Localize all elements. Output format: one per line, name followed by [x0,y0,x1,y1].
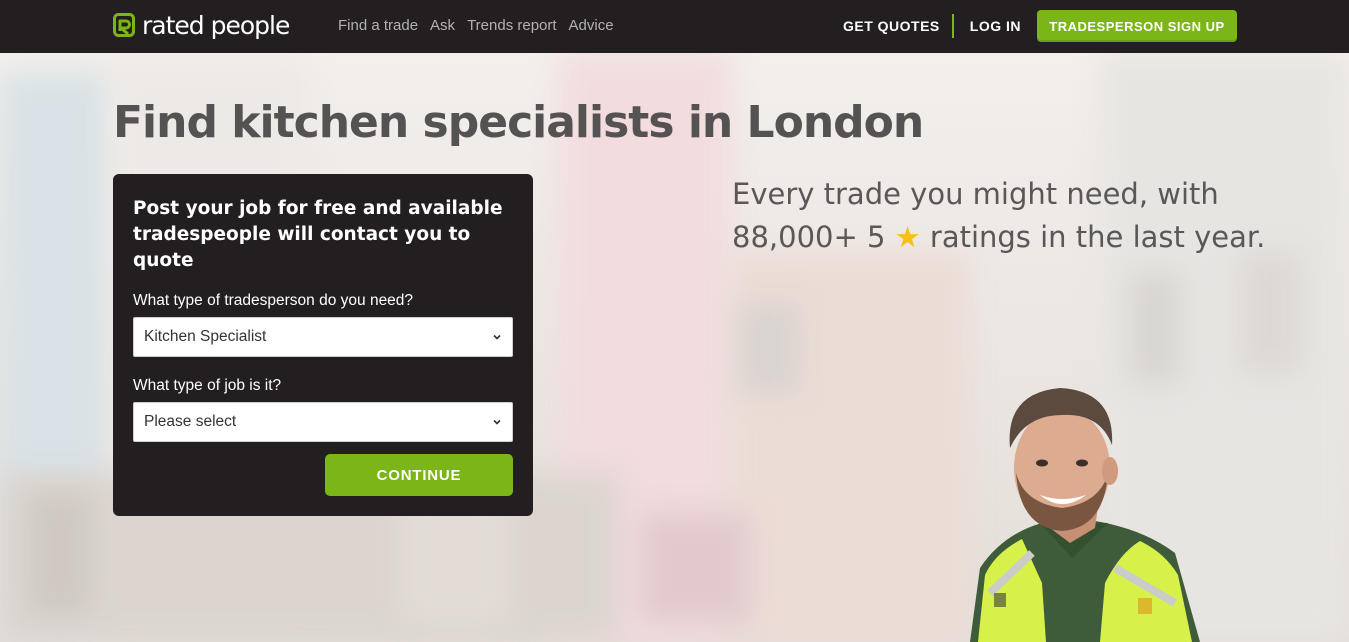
nav-find-a-trade[interactable]: Find a trade [338,17,418,35]
tagline-text-end: ratings in the last year. [929,220,1266,254]
page-title: Find kitchen specialists in London [113,97,924,148]
tradesperson-photo [970,388,1200,642]
continue-button[interactable]: CONTINUE [325,454,513,496]
background-window [30,493,90,613]
log-in-link[interactable]: LOG IN [970,18,1021,34]
form-title: Post your job for free and available tra… [133,198,503,271]
brand-logo[interactable]: rated people [113,11,290,41]
trade-type-value: Kitchen Specialist [144,328,267,345]
hero-tagline: Every trade you might need, with 88,000+… [732,173,1272,259]
chevron-down-icon [493,334,501,340]
brand-name: rated people [142,11,290,40]
chevron-down-icon [493,419,501,425]
nav-trends-report[interactable]: Trends report [467,17,556,35]
background-window [640,513,750,623]
rated-people-logo-icon [113,13,135,37]
top-navigation-bar: rated people Find a trade Ask Trends rep… [0,0,1349,53]
hero-section: Find kitchen specialists in London Every… [0,53,1349,642]
background-window [1240,253,1300,373]
trade-type-select[interactable]: Kitchen Specialist [133,317,513,357]
primary-nav: Find a trade Ask Trends report Advice [338,17,614,35]
background-window [740,303,800,393]
get-quotes-link[interactable]: GET QUOTES [843,18,940,34]
job-type-select[interactable]: Please select [133,402,513,442]
nav-advice[interactable]: Advice [569,17,614,35]
star-icon: ★ [894,220,921,254]
job-type-label: What type of job is it? [133,377,282,394]
account-nav: GET QUOTES LOG IN TRADESPERSON SIGN UP [843,10,1237,42]
trade-type-label: What type of tradesperson do you need? [133,292,414,309]
nav-ask[interactable]: Ask [430,17,455,35]
tradesperson-signup-button[interactable]: TRADESPERSON SIGN UP [1037,10,1237,42]
nav-divider [951,14,954,38]
job-post-form: Post your job for free and available tra… [113,174,533,516]
job-type-value: Please select [144,413,237,430]
